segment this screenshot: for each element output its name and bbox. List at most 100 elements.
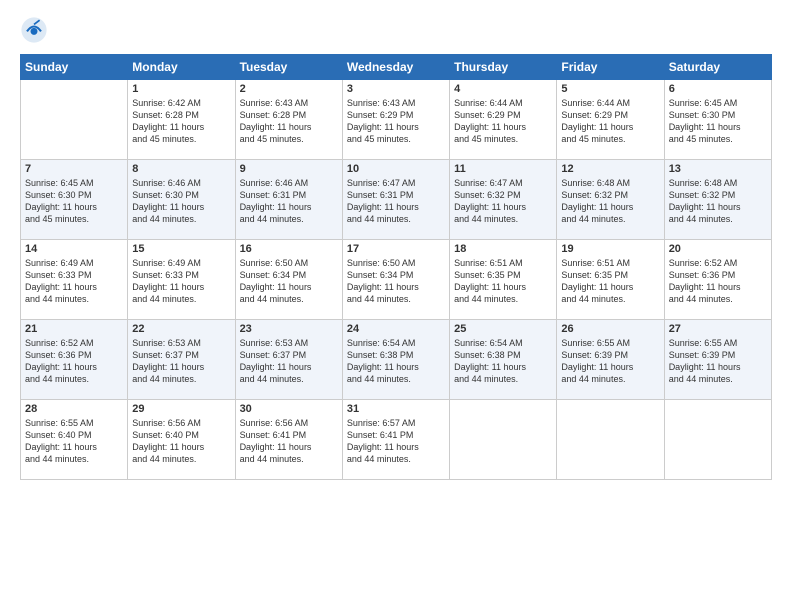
- day-info: Sunrise: 6:52 AM Sunset: 6:36 PM Dayligh…: [669, 257, 767, 306]
- calendar-cell: 7 Sunrise: 6:45 AM Sunset: 6:30 PM Daylig…: [21, 160, 128, 240]
- day-number: 6: [669, 83, 767, 95]
- calendar-cell: 15 Sunrise: 6:49 AM Sunset: 6:33 PM Dayli…: [128, 240, 235, 320]
- day-info: Sunrise: 6:49 AM Sunset: 6:33 PM Dayligh…: [132, 257, 230, 306]
- day-info: Sunrise: 6:49 AM Sunset: 6:33 PM Dayligh…: [25, 257, 123, 306]
- day-info: Sunrise: 6:56 AM Sunset: 6:40 PM Dayligh…: [132, 417, 230, 466]
- day-number: 7: [25, 163, 123, 175]
- weekday-header-monday: Monday: [128, 55, 235, 80]
- calendar-cell: 21Sunrise: 6:52 AM Sunset: 6:36 PM Dayli…: [21, 320, 128, 400]
- day-number: 13: [669, 163, 767, 175]
- calendar-cell: 28 Sunrise: 6:55 AM Sunset: 6:40 PM Dayli…: [21, 400, 128, 480]
- day-info: Sunrise: 6:45 AM Sunset: 6:30 PM Dayligh…: [669, 97, 767, 146]
- calendar-cell: 4 Sunrise: 6:44 AM Sunset: 6:29 PM Daylig…: [450, 80, 557, 160]
- calendar-week-row: 21Sunrise: 6:52 AM Sunset: 6:36 PM Dayli…: [21, 320, 772, 400]
- calendar-cell: 29 Sunrise: 6:56 AM Sunset: 6:40 PM Dayli…: [128, 400, 235, 480]
- calendar-cell: [664, 400, 771, 480]
- calendar-header-row: SundayMondayTuesdayWednesdayThursdayFrid…: [21, 55, 772, 80]
- day-info: Sunrise: 6:53 AM Sunset: 6:37 PM Dayligh…: [132, 337, 230, 386]
- day-info: Sunrise: 6:43 AM Sunset: 6:29 PM Dayligh…: [347, 97, 445, 146]
- day-number: 16: [240, 243, 338, 255]
- day-info: Sunrise: 6:48 AM Sunset: 6:32 PM Dayligh…: [669, 177, 767, 226]
- page: SundayMondayTuesdayWednesdayThursdayFrid…: [0, 0, 792, 612]
- day-number: 27: [669, 323, 767, 335]
- weekday-header-saturday: Saturday: [664, 55, 771, 80]
- day-info: Sunrise: 6:47 AM Sunset: 6:32 PM Dayligh…: [454, 177, 552, 226]
- day-info: Sunrise: 6:46 AM Sunset: 6:30 PM Dayligh…: [132, 177, 230, 226]
- calendar-cell: 14 Sunrise: 6:49 AM Sunset: 6:33 PM Dayli…: [21, 240, 128, 320]
- calendar-cell: 31 Sunrise: 6:57 AM Sunset: 6:41 PM Dayli…: [342, 400, 449, 480]
- day-number: 1: [132, 83, 230, 95]
- day-info: Sunrise: 6:52 AM Sunset: 6:36 PM Dayligh…: [25, 337, 123, 386]
- day-number: 29: [132, 403, 230, 415]
- logo: [20, 16, 50, 44]
- logo-icon: [20, 16, 48, 44]
- day-number: 18: [454, 243, 552, 255]
- calendar-week-row: 7 Sunrise: 6:45 AM Sunset: 6:30 PM Daylig…: [21, 160, 772, 240]
- day-number: 24: [347, 323, 445, 335]
- day-number: 20: [669, 243, 767, 255]
- calendar-cell: [21, 80, 128, 160]
- calendar-cell: 11Sunrise: 6:47 AM Sunset: 6:32 PM Dayli…: [450, 160, 557, 240]
- calendar-cell: 30Sunrise: 6:56 AM Sunset: 6:41 PM Dayli…: [235, 400, 342, 480]
- calendar-cell: 26 Sunrise: 6:55 AM Sunset: 6:39 PM Dayli…: [557, 320, 664, 400]
- calendar-cell: 3 Sunrise: 6:43 AM Sunset: 6:29 PM Daylig…: [342, 80, 449, 160]
- calendar-cell: 9Sunrise: 6:46 AM Sunset: 6:31 PM Daylig…: [235, 160, 342, 240]
- header: [20, 16, 772, 44]
- day-info: Sunrise: 6:56 AM Sunset: 6:41 PM Dayligh…: [240, 417, 338, 466]
- day-info: Sunrise: 6:44 AM Sunset: 6:29 PM Dayligh…: [561, 97, 659, 146]
- calendar-week-row: 14 Sunrise: 6:49 AM Sunset: 6:33 PM Dayli…: [21, 240, 772, 320]
- calendar-cell: 2 Sunrise: 6:43 AM Sunset: 6:28 PM Daylig…: [235, 80, 342, 160]
- day-info: Sunrise: 6:45 AM Sunset: 6:30 PM Dayligh…: [25, 177, 123, 226]
- weekday-header-friday: Friday: [557, 55, 664, 80]
- calendar-cell: 6 Sunrise: 6:45 AM Sunset: 6:30 PM Daylig…: [664, 80, 771, 160]
- day-info: Sunrise: 6:47 AM Sunset: 6:31 PM Dayligh…: [347, 177, 445, 226]
- day-info: Sunrise: 6:57 AM Sunset: 6:41 PM Dayligh…: [347, 417, 445, 466]
- day-number: 15: [132, 243, 230, 255]
- day-number: 8: [132, 163, 230, 175]
- calendar-cell: 25 Sunrise: 6:54 AM Sunset: 6:38 PM Dayli…: [450, 320, 557, 400]
- day-number: 2: [240, 83, 338, 95]
- calendar-week-row: 28 Sunrise: 6:55 AM Sunset: 6:40 PM Dayli…: [21, 400, 772, 480]
- day-number: 22: [132, 323, 230, 335]
- calendar-cell: 10 Sunrise: 6:47 AM Sunset: 6:31 PM Dayli…: [342, 160, 449, 240]
- day-info: Sunrise: 6:44 AM Sunset: 6:29 PM Dayligh…: [454, 97, 552, 146]
- day-info: Sunrise: 6:43 AM Sunset: 6:28 PM Dayligh…: [240, 97, 338, 146]
- calendar-cell: 27 Sunrise: 6:55 AM Sunset: 6:39 PM Dayli…: [664, 320, 771, 400]
- calendar-week-row: 1Sunrise: 6:42 AM Sunset: 6:28 PM Daylig…: [21, 80, 772, 160]
- calendar-cell: 13 Sunrise: 6:48 AM Sunset: 6:32 PM Dayli…: [664, 160, 771, 240]
- day-number: 23: [240, 323, 338, 335]
- calendar-cell: 12 Sunrise: 6:48 AM Sunset: 6:32 PM Dayli…: [557, 160, 664, 240]
- day-number: 17: [347, 243, 445, 255]
- calendar-cell: 17 Sunrise: 6:50 AM Sunset: 6:34 PM Dayli…: [342, 240, 449, 320]
- day-number: 31: [347, 403, 445, 415]
- calendar-cell: 8 Sunrise: 6:46 AM Sunset: 6:30 PM Daylig…: [128, 160, 235, 240]
- day-number: 28: [25, 403, 123, 415]
- day-info: Sunrise: 6:55 AM Sunset: 6:40 PM Dayligh…: [25, 417, 123, 466]
- day-number: 10: [347, 163, 445, 175]
- day-number: 26: [561, 323, 659, 335]
- calendar-cell: 1Sunrise: 6:42 AM Sunset: 6:28 PM Daylig…: [128, 80, 235, 160]
- day-info: Sunrise: 6:53 AM Sunset: 6:37 PM Dayligh…: [240, 337, 338, 386]
- day-info: Sunrise: 6:48 AM Sunset: 6:32 PM Dayligh…: [561, 177, 659, 226]
- calendar-table: SundayMondayTuesdayWednesdayThursdayFrid…: [20, 54, 772, 480]
- day-number: 19: [561, 243, 659, 255]
- day-number: 4: [454, 83, 552, 95]
- day-number: 3: [347, 83, 445, 95]
- day-info: Sunrise: 6:50 AM Sunset: 6:34 PM Dayligh…: [347, 257, 445, 306]
- calendar-cell: 18Sunrise: 6:51 AM Sunset: 6:35 PM Dayli…: [450, 240, 557, 320]
- calendar-cell: 20 Sunrise: 6:52 AM Sunset: 6:36 PM Dayli…: [664, 240, 771, 320]
- day-info: Sunrise: 6:54 AM Sunset: 6:38 PM Dayligh…: [347, 337, 445, 386]
- weekday-header-tuesday: Tuesday: [235, 55, 342, 80]
- day-info: Sunrise: 6:55 AM Sunset: 6:39 PM Dayligh…: [561, 337, 659, 386]
- day-number: 14: [25, 243, 123, 255]
- day-info: Sunrise: 6:55 AM Sunset: 6:39 PM Dayligh…: [669, 337, 767, 386]
- day-number: 12: [561, 163, 659, 175]
- day-number: 25: [454, 323, 552, 335]
- day-number: 9: [240, 163, 338, 175]
- calendar-cell: [450, 400, 557, 480]
- day-info: Sunrise: 6:54 AM Sunset: 6:38 PM Dayligh…: [454, 337, 552, 386]
- calendar-cell: 24 Sunrise: 6:54 AM Sunset: 6:38 PM Dayli…: [342, 320, 449, 400]
- calendar-cell: 16Sunrise: 6:50 AM Sunset: 6:34 PM Dayli…: [235, 240, 342, 320]
- weekday-header-thursday: Thursday: [450, 55, 557, 80]
- day-info: Sunrise: 6:51 AM Sunset: 6:35 PM Dayligh…: [561, 257, 659, 306]
